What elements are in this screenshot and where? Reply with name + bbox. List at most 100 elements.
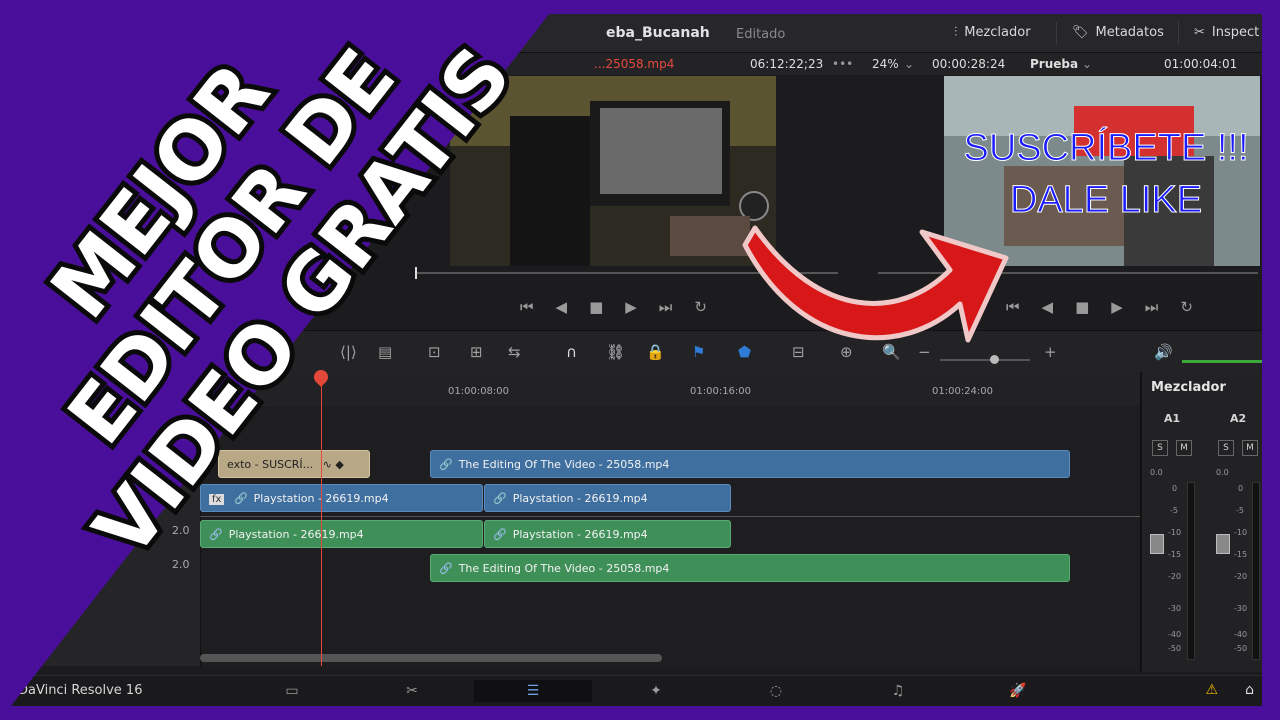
chevron-down-icon[interactable]: ⌄ xyxy=(1082,57,1092,71)
timeline-ruler[interactable]: 01:00:08:00 01:00:16:00 01:00:24:00 xyxy=(200,372,1140,407)
overwrite-clip-icon[interactable]: ⊞ xyxy=(470,343,483,361)
zoom-custom-icon[interactable]: 🔍 xyxy=(882,343,901,361)
play-icon[interactable]: ▶ xyxy=(625,298,637,316)
zoom-detail-icon[interactable]: ⊕ xyxy=(840,343,853,361)
loop-icon[interactable]: ↻ xyxy=(1180,298,1193,316)
jump-end-icon[interactable]: ⏭ xyxy=(1145,298,1159,316)
play-icon[interactable]: ▶ xyxy=(1111,298,1123,316)
stop-icon[interactable]: ■ xyxy=(589,298,603,316)
title-clip[interactable]: exto - SUSCRÍ... ∿ ◆ xyxy=(218,450,370,478)
page-bar: DaVinci Resolve 16 ▭ ✂ ☰ ✦ ◌ ♫ 🚀 ⚠ ⌂ xyxy=(10,675,1262,706)
edit-toolbar: ⟨|⟩ ▤ ⊡ ⊞ ⇆ ∩ ⛓ 🔒 ⚑ ⬟ ⊟ ⊕ 🔍 − + 🔊 xyxy=(10,330,1262,374)
db-scale: -20 xyxy=(1168,572,1182,581)
zoom-slider-handle[interactable] xyxy=(990,355,999,364)
db-scale: -10 xyxy=(1234,528,1248,537)
link-icon: 🔗 xyxy=(439,562,453,575)
marker-icon[interactable]: ⬟ xyxy=(738,343,751,361)
volume-icon[interactable]: 🔊 xyxy=(1154,343,1173,361)
play-reverse-icon[interactable]: ◀ xyxy=(1042,298,1054,316)
jump-start-icon[interactable]: ⏮ xyxy=(520,298,534,316)
zoom-selector[interactable]: 24% xyxy=(872,57,899,71)
inspector-toggle-label: Inspect xyxy=(1211,25,1260,40)
metadata-toggle-button[interactable]: 🏷 Metadatos xyxy=(1072,25,1164,40)
source-scrub-bar[interactable] xyxy=(416,272,838,274)
db-scale: -15 xyxy=(1168,550,1182,559)
playhead[interactable] xyxy=(321,374,322,666)
metadata-toggle-label: Metadatos xyxy=(1095,25,1164,40)
clip-label: The Editing Of The Video - 25058.mp4 xyxy=(458,562,670,575)
chevron-down-icon[interactable]: ⌄ xyxy=(904,57,914,71)
source-timecode: 06:12:22;23 xyxy=(750,57,824,71)
source-options-icon[interactable]: ••• xyxy=(832,57,853,71)
zoom-out-icon[interactable]: − xyxy=(918,343,931,361)
warning-icon[interactable]: ⚠ xyxy=(1205,682,1218,698)
loop-icon[interactable]: ↻ xyxy=(694,298,707,316)
level-readout: 0.0 xyxy=(1216,468,1229,477)
lock-icon[interactable]: 🔒 xyxy=(646,343,665,361)
cut-page-icon[interactable]: ✂ xyxy=(382,680,442,702)
fader-a1[interactable] xyxy=(1150,534,1164,554)
source-scrub-handle[interactable] xyxy=(415,267,417,279)
track-headers: 2.0 2.0 xyxy=(10,406,201,666)
timeline-tracks: 2.0 2.0 exto - SUSCRÍ... ∿ ◆ 🔗 The Editin… xyxy=(10,406,1140,666)
timeline-timecode: 01:00:04:01 xyxy=(1164,57,1238,71)
db-scale: 0 xyxy=(1238,484,1244,493)
volume-slider[interactable] xyxy=(1182,360,1262,363)
jump-start-icon[interactable]: ⏮ xyxy=(1006,298,1020,316)
trim-icon[interactable]: ⟨|⟩ xyxy=(340,343,357,361)
video-clip-v2[interactable]: 🔗 The Editing Of The Video - 25058.mp4 xyxy=(430,450,1070,478)
snapping-icon[interactable]: ∩ xyxy=(566,343,577,361)
zoom-full-icon[interactable]: ⊟ xyxy=(792,343,805,361)
timeline-scrub-bar[interactable] xyxy=(878,272,1258,274)
color-page-icon[interactable]: ◌ xyxy=(746,680,806,702)
timeline-duration: 00:00:28:24 xyxy=(932,57,1006,71)
db-scale: -30 xyxy=(1234,604,1248,613)
fader-a2[interactable] xyxy=(1216,534,1230,554)
fusion-page-icon[interactable]: ✦ xyxy=(626,680,686,702)
mixer-toggle-button[interactable]: ⫶ Mezclador xyxy=(954,25,1031,40)
audio-clip-a1-a[interactable]: 🔗 Playstation - 26619.mp4 xyxy=(200,520,483,548)
clip-label: Playstation - 26619.mp4 xyxy=(228,528,364,541)
db-scale: -30 xyxy=(1168,604,1182,613)
jump-end-icon[interactable]: ⏭ xyxy=(659,298,673,316)
source-viewer[interactable] xyxy=(450,76,776,266)
mute-button[interactable]: M xyxy=(1242,440,1258,456)
db-scale: -5 xyxy=(1236,506,1244,515)
zoom-slider[interactable] xyxy=(940,359,1030,361)
davinci-resolve-window: eba_Bucanah Editado ⫶ Mezclador 🏷 Metada… xyxy=(10,14,1262,706)
link-icon[interactable]: ⛓ xyxy=(606,343,625,361)
timeline-selector[interactable]: Prueba xyxy=(1030,57,1078,71)
db-scale: 0 xyxy=(1172,484,1178,493)
insert-clip-icon[interactable]: ⊡ xyxy=(428,343,441,361)
audio-clip-a1-b[interactable]: 🔗 Playstation - 26619.mp4 xyxy=(484,520,731,548)
flag-icon[interactable]: ⚑ xyxy=(692,343,705,361)
solo-button[interactable]: S xyxy=(1152,440,1168,456)
source-transport: ⏮ ◀ ■ ▶ ⏭ ↻ xyxy=(520,298,707,316)
overlay-line-2: DALE LIKE xyxy=(1009,179,1203,222)
video-clip-v1-a[interactable]: fx 🔗 Playstation - 26619.mp4 xyxy=(200,484,483,512)
db-scale: -10 xyxy=(1168,528,1182,537)
keyframe-icon: ∿ ◆ xyxy=(322,458,344,471)
top-bar: eba_Bucanah Editado ⫶ Mezclador 🏷 Metada… xyxy=(10,14,1262,53)
divider xyxy=(1178,22,1179,44)
fairlight-page-icon[interactable]: ♫ xyxy=(868,680,928,702)
replace-clip-icon[interactable]: ⇆ xyxy=(508,343,521,361)
play-reverse-icon[interactable]: ◀ xyxy=(556,298,568,316)
inspector-toggle-button[interactable]: ✂ Inspect xyxy=(1194,25,1259,40)
video-clip-v1-b[interactable]: 🔗 Playstation - 26619.mp4 xyxy=(484,484,731,512)
blade-icon[interactable]: ▤ xyxy=(378,343,392,361)
mute-button[interactable]: M xyxy=(1176,440,1192,456)
audio-clip-a2[interactable]: 🔗 The Editing Of The Video - 25058.mp4 xyxy=(430,554,1070,582)
stop-icon[interactable]: ■ xyxy=(1075,298,1089,316)
link-icon: 🔗 xyxy=(233,492,248,505)
home-icon[interactable]: ⌂ xyxy=(1245,682,1254,698)
clip-label: Playstation - 26619.mp4 xyxy=(512,492,648,505)
media-page-icon[interactable]: ▭ xyxy=(262,680,322,702)
link-icon: 🔗 xyxy=(493,492,507,505)
timeline-scrollbar[interactable] xyxy=(200,654,662,662)
zoom-in-icon[interactable]: + xyxy=(1044,343,1057,361)
deliver-page-icon[interactable]: 🚀 xyxy=(988,680,1048,702)
edit-page-icon[interactable]: ☰ xyxy=(474,680,592,702)
solo-button[interactable]: S xyxy=(1218,440,1234,456)
db-scale: -15 xyxy=(1234,550,1248,559)
